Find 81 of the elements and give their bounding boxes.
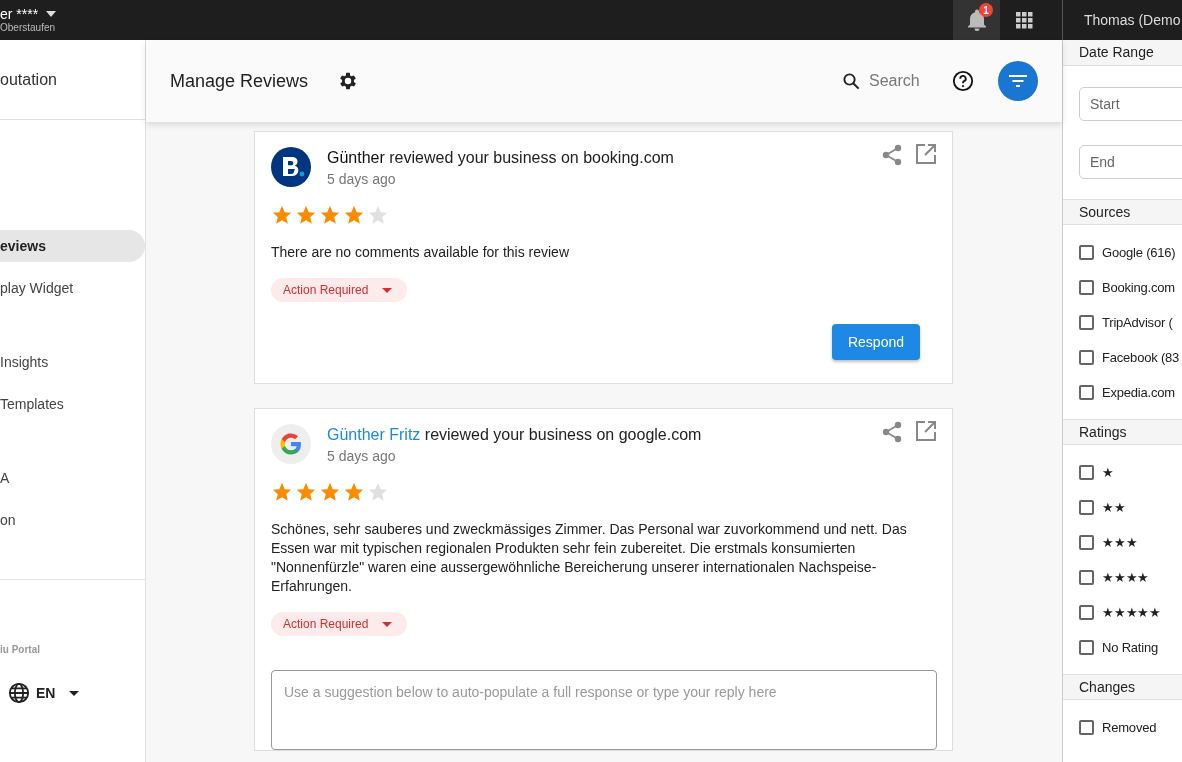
filled-star-icon bbox=[295, 481, 317, 503]
checkbox[interactable] bbox=[1079, 605, 1094, 620]
open-external-icon[interactable] bbox=[916, 144, 936, 164]
filter-option-label: Google (616) bbox=[1102, 243, 1176, 262]
language-selector[interactable]: EN bbox=[0, 682, 145, 704]
status-dropdown[interactable]: Action Required bbox=[271, 278, 407, 302]
caret-icon bbox=[382, 621, 393, 627]
sidebar-item[interactable]: A bbox=[0, 462, 145, 494]
date-field[interactable]: Start bbox=[1079, 87, 1182, 121]
filled-star-icon bbox=[271, 481, 293, 503]
review-comment: Schönes, sehr sauberes und zweckmässiges Zimmer. Das Personal war zuvorkommend und nett. Das Essen war mit typischen regionalen Produkten sehr fein zubereitet. Die erstmals konsumierten "Nonnenfürzle" waren eine aussergewöhnliche Bereicherung unserer internationalen Nachspeise-Erfahrungen. bbox=[271, 520, 908, 596]
empty-star-icon bbox=[367, 481, 389, 503]
checkbox[interactable] bbox=[1079, 245, 1094, 260]
status-dropdown[interactable]: Action Required bbox=[271, 612, 407, 636]
business-name[interactable]: er **** bbox=[0, 6, 39, 22]
sidebar-item[interactable]: on bbox=[0, 504, 145, 536]
reply-field[interactable]: Use a suggestion below to auto-populate a full response or type your reply here bbox=[271, 670, 937, 750]
search-icon bbox=[842, 71, 861, 91]
filter-icon bbox=[1009, 75, 1027, 87]
notifications-button[interactable]: 1 bbox=[953, 0, 1000, 40]
filled-star-icon bbox=[271, 204, 293, 226]
open-external-icon[interactable] bbox=[916, 421, 936, 441]
help-icon[interactable] bbox=[952, 70, 974, 92]
share-icon[interactable] bbox=[882, 144, 902, 166]
letter-b-logo-icon bbox=[271, 147, 311, 187]
empty-star-icon bbox=[367, 204, 389, 226]
filter-option-label: Removed bbox=[1102, 718, 1157, 737]
caret-icon bbox=[69, 690, 80, 696]
filter-option-label: Booking.com bbox=[1102, 278, 1175, 297]
checkbox[interactable] bbox=[1079, 315, 1094, 330]
checkbox[interactable] bbox=[1079, 465, 1094, 480]
sidebar-item[interactable]: play Widget bbox=[0, 272, 145, 304]
filled-star-icon bbox=[295, 204, 317, 226]
date-field[interactable]: End bbox=[1079, 145, 1182, 179]
apps-grid-icon[interactable] bbox=[1015, 11, 1033, 29]
filled-star-icon bbox=[319, 204, 341, 226]
filter-section-title: Changes bbox=[1079, 677, 1136, 697]
filter-section-title: Ratings bbox=[1079, 422, 1127, 442]
user-name[interactable]: Thomas (Demo bbox=[1084, 9, 1181, 31]
filter-option-label: Facebook (83 bbox=[1102, 348, 1180, 367]
respond-button[interactable]: Respond bbox=[832, 324, 920, 360]
business-location: Oberstaufen bbox=[0, 22, 57, 34]
share-icon[interactable] bbox=[882, 421, 902, 443]
filter-option-label: ★★★★★ bbox=[1102, 603, 1161, 622]
sidebar-item[interactable]: Templates bbox=[0, 388, 145, 420]
filter-option-label: ★★ bbox=[1102, 498, 1126, 517]
review-headline: Günther reviewed your business on booking.com bbox=[327, 148, 675, 168]
filter-section-title: Date Range bbox=[1079, 43, 1154, 62]
filled-star-icon bbox=[343, 204, 365, 226]
review-comment: There are no comments available for this review bbox=[271, 243, 571, 262]
sidebar-item[interactable]: eviews bbox=[0, 230, 145, 262]
caret-icon[interactable] bbox=[46, 11, 57, 17]
notification-badge: 1 bbox=[979, 3, 993, 17]
filter-option-label: Expedia.com bbox=[1102, 383, 1175, 402]
filter-option-label: No Rating bbox=[1102, 638, 1158, 657]
filter-section-title: Sources bbox=[1079, 202, 1131, 222]
filled-star-icon bbox=[343, 481, 365, 503]
search-field[interactable]: Search bbox=[869, 69, 925, 93]
caret-icon bbox=[382, 287, 393, 293]
sidebar-header: outation bbox=[0, 69, 57, 90]
globe-icon bbox=[8, 682, 30, 704]
filter-option-label: ★★★★ bbox=[1102, 568, 1150, 587]
page-title: Manage Reviews bbox=[170, 69, 309, 93]
checkbox[interactable] bbox=[1079, 350, 1094, 365]
checkbox[interactable] bbox=[1079, 640, 1094, 655]
sidebar-item[interactable]: Insights bbox=[0, 346, 145, 378]
checkbox[interactable] bbox=[1079, 500, 1094, 515]
checkbox[interactable] bbox=[1079, 720, 1094, 735]
filter-button[interactable] bbox=[998, 61, 1038, 101]
review-time: 5 days ago bbox=[327, 447, 396, 466]
filled-star-icon bbox=[319, 481, 341, 503]
review-time: 5 days ago bbox=[327, 170, 396, 189]
checkbox[interactable] bbox=[1079, 385, 1094, 400]
checkbox[interactable] bbox=[1079, 570, 1094, 585]
checkbox[interactable] bbox=[1079, 535, 1094, 550]
filter-option-label: ★★★ bbox=[1102, 533, 1138, 552]
filter-option-label: TripAdvisor ( bbox=[1102, 313, 1173, 332]
g-logo-icon bbox=[271, 424, 311, 464]
checkbox[interactable] bbox=[1079, 280, 1094, 295]
review-headline: Günther Fritz reviewed your business on google.com bbox=[327, 425, 703, 445]
filter-option-label: ★ bbox=[1102, 463, 1114, 482]
